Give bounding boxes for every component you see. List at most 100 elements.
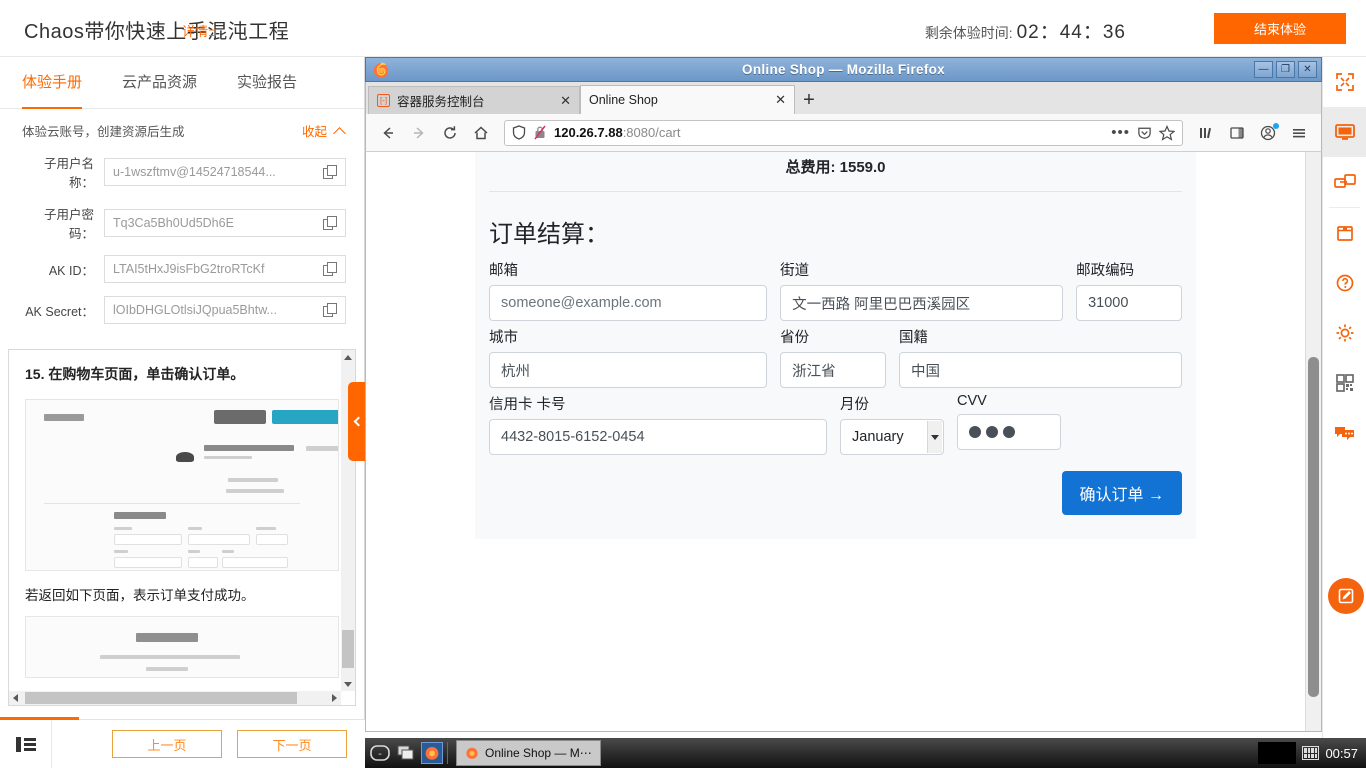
copy-icon[interactable] [323, 262, 337, 276]
cvv-field[interactable] [957, 414, 1061, 450]
hamburger-menu-icon[interactable] [1285, 119, 1313, 147]
remaining-time-value: 02：44：36 [1016, 22, 1126, 43]
email-field[interactable]: someone@example.com [489, 285, 768, 321]
monitor-icon[interactable] [1323, 107, 1366, 157]
tab-cloud-resources[interactable]: 云产品资源 [122, 57, 197, 109]
left-panel-tabs: 体验手册 云产品资源 实验报告 [0, 57, 364, 109]
broken-lock-icon[interactable] [533, 125, 547, 140]
scrollbar-thumb[interactable] [342, 630, 354, 668]
minimize-button[interactable]: — [1254, 61, 1273, 78]
month-label: 月份 [840, 397, 869, 413]
maximize-button[interactable]: ❐ [1276, 61, 1295, 78]
month-selected-value: January [852, 429, 904, 445]
zip-field[interactable]: 31000 [1076, 285, 1182, 321]
tab-lab-report[interactable]: 实验报告 [237, 57, 297, 109]
reload-icon[interactable] [436, 119, 464, 147]
firefox-icon [466, 747, 478, 759]
keyboard-icon[interactable] [1302, 746, 1320, 760]
end-session-button[interactable]: 结束体验 [1214, 13, 1346, 44]
close-icon[interactable]: ✕ [560, 93, 571, 109]
collapse-credentials-button[interactable]: 收起 [302, 121, 346, 140]
browser-tab-online-shop[interactable]: Online Shop ✕ [580, 85, 795, 114]
chevron-down-icon[interactable] [927, 421, 942, 453]
credentials-header: 体验云账号，创建资源后生成 收起 [22, 121, 346, 140]
qr-code-icon[interactable] [1323, 358, 1366, 408]
subuser-password-field[interactable]: Tq3Ca5Bh0Ud5Dh6E [104, 209, 346, 237]
arrow-left-icon[interactable] [374, 119, 402, 147]
url-text: 120.26.7.88:8080/cart [554, 125, 1104, 140]
list-grid-icon[interactable] [0, 720, 52, 768]
section-title: 订单结算： [489, 221, 609, 248]
page-scrollbar-thumb[interactable] [1308, 357, 1319, 697]
windows-stack-icon[interactable] [395, 742, 417, 764]
ak-secret-field[interactable]: lOIbDHGLOtlsiJQpua5Bhtw... [104, 296, 346, 324]
email-label: 邮箱 [489, 263, 518, 279]
copy-icon[interactable] [323, 303, 337, 317]
chevron-up-icon [334, 125, 346, 137]
help-circle-icon[interactable] [1323, 258, 1366, 308]
tab-title: 容器服务控制台 [397, 95, 485, 109]
close-icon[interactable]: ✕ [775, 92, 786, 108]
pocket-icon[interactable] [1137, 125, 1152, 140]
copy-icon[interactable] [323, 216, 337, 230]
province-field[interactable]: 浙江省 [780, 352, 886, 388]
confirm-order-button[interactable]: 确认订单 → [1061, 471, 1182, 515]
os-taskbar: - Online Shop — M⋯ 00:57 [365, 738, 1366, 768]
prev-page-button[interactable]: 上一页 [112, 730, 222, 758]
right-toolbar [1322, 57, 1366, 738]
credential-key: AK Secret： [25, 304, 94, 319]
detail-link[interactable]: 详情⊐ [182, 21, 217, 40]
instruction-horizontal-scrollbar[interactable] [9, 691, 341, 705]
archive-box-icon[interactable] [1323, 208, 1366, 258]
page-scrollbar[interactable] [1305, 152, 1321, 731]
remote-desktop-icon[interactable] [1323, 157, 1366, 207]
svg-text:-: - [377, 750, 383, 761]
scroll-down-button[interactable] [341, 677, 355, 691]
card-number-field[interactable]: 4432-8015-6152-0454 [489, 419, 827, 455]
month-select[interactable]: January [840, 419, 944, 455]
collapse-label: 收起 [301, 125, 327, 139]
new-tab-button[interactable]: + [795, 86, 823, 114]
close-button[interactable]: ✕ [1298, 61, 1317, 78]
taskbar-window-button[interactable]: Online Shop — M⋯ [456, 740, 601, 766]
ellipsis-icon[interactable]: ••• [1111, 124, 1130, 141]
city-field[interactable]: 杭州 [489, 352, 768, 388]
star-icon[interactable] [1159, 124, 1175, 141]
street-field[interactable]: 文一西路 阿里巴巴西溪园区 [780, 285, 1064, 321]
fullscreen-icon[interactable] [1323, 57, 1366, 107]
browser-tab-container-console[interactable]: [-] 容器服务控制台 ✕ [368, 86, 580, 114]
sidebar-icon[interactable] [1223, 119, 1251, 147]
field-group-zip: 邮政编码 31000 [1076, 259, 1182, 321]
library-icon[interactable] [1192, 119, 1220, 147]
firefox-icon[interactable] [421, 742, 443, 764]
province-label: 省份 [780, 330, 810, 346]
country-label: 国籍 [898, 330, 928, 346]
left-panel: 体验手册 云产品资源 实验报告 体验云账号，创建资源后生成 收起 子用户名称： … [0, 57, 365, 768]
address-bar[interactable]: 120.26.7.88:8080/cart ••• [504, 119, 1183, 146]
firefox-icon [373, 62, 389, 78]
next-page-button[interactable]: 下一页 [237, 730, 347, 758]
scroll-left-button[interactable] [9, 691, 23, 705]
ak-id-field[interactable]: LTAI5tHxJ9isFbG2troRTcKf [104, 255, 346, 283]
chat-feedback-icon[interactable] [1323, 408, 1366, 458]
credentials-section: 体验云账号，创建资源后生成 收起 子用户名称： u-1wszftmv@14524… [0, 109, 364, 330]
arrow-right-icon[interactable] [405, 119, 433, 147]
tab-manual[interactable]: 体验手册 [22, 57, 83, 109]
collapse-panel-handle[interactable] [348, 382, 365, 461]
submit-row: 确认订单 → [489, 471, 1182, 539]
terminal-icon[interactable]: - [369, 742, 391, 764]
edit-pencil-icon[interactable] [1328, 578, 1364, 614]
scrollbar-thumb-h[interactable] [25, 692, 297, 704]
credential-key: AK ID： [48, 263, 94, 278]
scroll-right-button[interactable] [327, 691, 341, 705]
credential-value: u-1wszftmv@14524718544... [113, 165, 276, 179]
copy-icon[interactable] [323, 165, 337, 179]
home-icon[interactable] [467, 119, 495, 147]
country-field[interactable]: 中国 [898, 352, 1182, 388]
brightness-icon[interactable] [1323, 308, 1366, 358]
subuser-name-field[interactable]: u-1wszftmv@14524718544... [104, 158, 346, 186]
account-icon[interactable] [1254, 119, 1282, 147]
shield-icon[interactable] [512, 125, 526, 140]
scroll-up-button[interactable] [341, 350, 355, 364]
left-panel-footer: 上一页 下一页 [0, 717, 365, 768]
